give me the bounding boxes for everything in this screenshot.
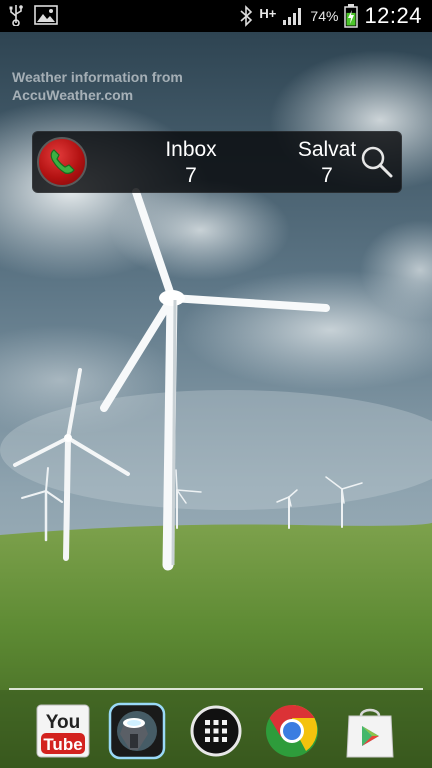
chrome-icon: [266, 705, 318, 757]
inbox-label: Inbox: [165, 138, 217, 161]
signal-icon: [283, 8, 302, 25]
network-type: H+: [259, 5, 277, 21]
youtube-app[interactable]: You Tube: [36, 704, 90, 758]
chrome-app[interactable]: [265, 704, 319, 758]
image-icon: [34, 5, 58, 25]
weather-attribution: Weather information from AccuWeather.com: [12, 68, 232, 104]
call-button[interactable]: [37, 137, 87, 187]
weather-attribution-line: Weather information from: [12, 69, 183, 85]
call-messages-widget: Inbox 7 Salvat 7: [32, 131, 402, 193]
inbox-count: 7: [185, 164, 197, 187]
weather-attribution-source[interactable]: AccuWeather.com: [12, 86, 232, 104]
inbox-counter[interactable]: Inbox 7: [141, 138, 241, 188]
youtube-logo-top: You: [46, 712, 80, 733]
dock-divider: [9, 688, 423, 690]
flashlight-icon: [108, 702, 166, 760]
search-button[interactable]: [359, 144, 395, 180]
phone-icon: [50, 149, 75, 174]
status-bar: H+ 74% 12:24: [0, 0, 432, 32]
usb-icon: [9, 5, 23, 26]
battery-charging-icon: [344, 4, 359, 28]
youtube-icon: You Tube: [36, 704, 90, 758]
app-drawer-icon: [190, 705, 242, 757]
play-store-icon: [346, 708, 394, 758]
search-icon: [361, 146, 393, 178]
youtube-logo-bottom: Tube: [43, 735, 82, 754]
app-drawer-button[interactable]: [189, 704, 243, 758]
wallpaper-windmills: [0, 32, 432, 768]
flashlight-app[interactable]: [108, 702, 166, 760]
clock: 12:24: [364, 3, 422, 28]
bluetooth-icon: [240, 5, 253, 27]
play-store-app[interactable]: [342, 704, 396, 758]
battery-percent: 74%: [310, 8, 339, 24]
